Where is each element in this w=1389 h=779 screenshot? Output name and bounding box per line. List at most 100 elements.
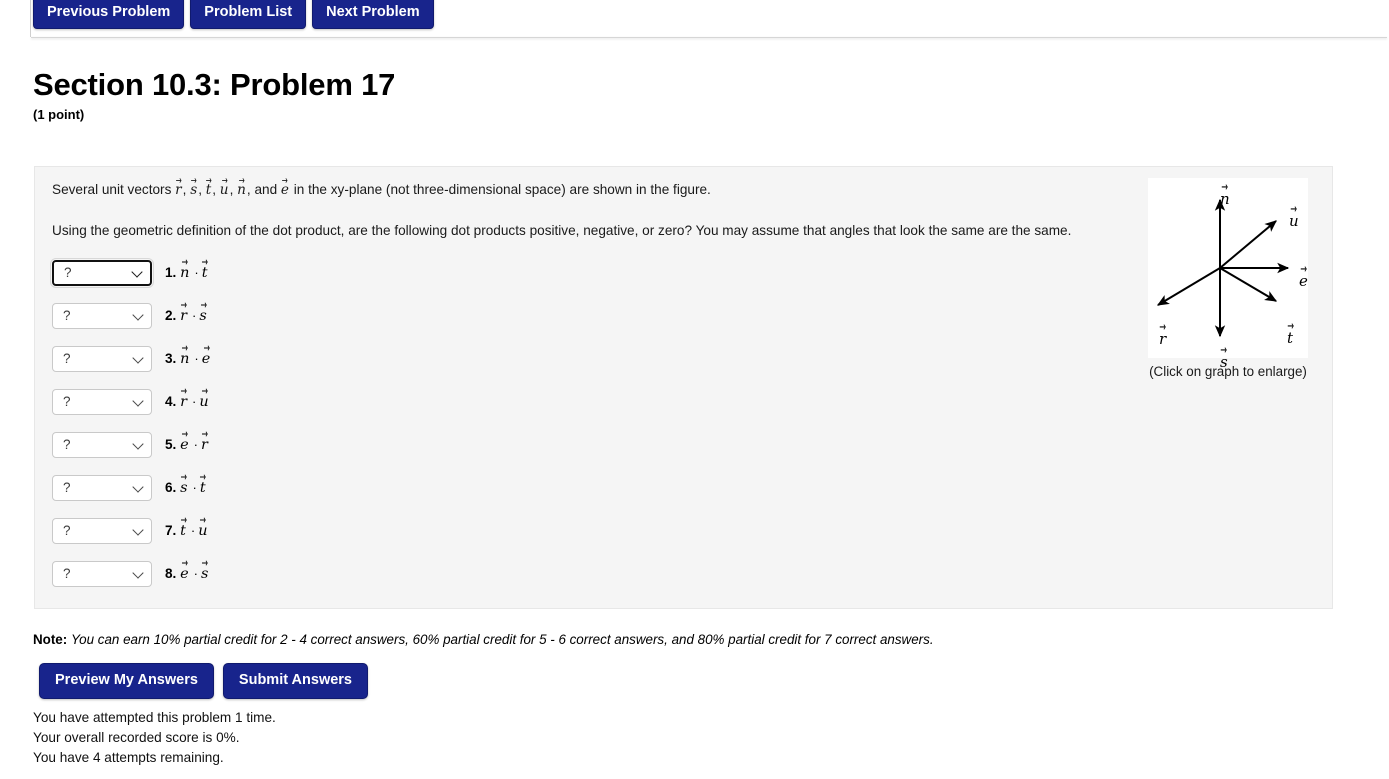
item-number: 7. — [165, 522, 177, 538]
vector-label-r: r — [1159, 330, 1167, 348]
answer-select-6[interactable]: ? — [52, 474, 152, 501]
problem-page: Previous Problem Problem List Next Problem… — [0, 0, 1389, 779]
answer-row: ? 4. r·u — [52, 380, 211, 423]
answer-select-4[interactable]: ? — [52, 388, 152, 415]
answer-row: ? 3. n·e — [52, 337, 211, 380]
answer-row: ? 6. s·t — [52, 466, 211, 509]
answer-select-value: ? — [63, 437, 71, 452]
preview-my-answers-button[interactable]: Preview My Answers — [39, 663, 214, 699]
vector-arrow-r — [1156, 267, 1221, 306]
note-text: You can earn 10% partial credit for 2 - … — [70, 632, 934, 647]
vector-t: t — [180, 523, 187, 539]
previous-problem-button[interactable]: Previous Problem — [33, 0, 185, 29]
status-line: You have attempted this problem 1 time. — [33, 710, 276, 725]
point-value: (1 point) — [33, 107, 85, 122]
submit-answers-button[interactable]: Submit Answers — [222, 663, 368, 699]
vector-arrow-u — [1219, 220, 1277, 269]
vector-label-t: t — [1287, 329, 1294, 347]
dot-product-label: 2. r·s — [165, 308, 208, 324]
dot-product-label: 4. r·u — [165, 394, 210, 410]
vector-n: n — [180, 351, 190, 367]
problem-navigation-bar: Previous Problem Problem List Next Problem — [33, 0, 434, 29]
answer-rows: ?1. n·t?2. r·s?3. n·e?4. r·u?5. e·r?6. s… — [50, 251, 211, 595]
item-number: 3. — [165, 350, 177, 366]
answer-select-value: ? — [63, 523, 71, 538]
answer-row: ? 2. r·s — [52, 294, 211, 337]
answer-select-value: ? — [63, 308, 71, 323]
item-number: 6. — [165, 479, 177, 495]
status-line: You have 4 attempts remaining. — [33, 750, 224, 765]
vector-r: r — [201, 437, 209, 453]
chevron-down-icon — [132, 523, 144, 536]
vector-t: t — [200, 480, 207, 496]
answer-select-value: ? — [64, 265, 72, 280]
item-number: 8. — [165, 565, 177, 581]
answer-select-8[interactable]: ? — [52, 560, 152, 587]
answer-select-value: ? — [63, 480, 71, 495]
vector-figure: nseutr (Click on graph to enlarge) — [1138, 178, 1318, 379]
dot-operator: · — [193, 565, 198, 581]
dot-product-label: 3. n·e — [165, 351, 211, 367]
item-number: 5. — [165, 436, 177, 452]
answer-select-7[interactable]: ? — [52, 517, 152, 544]
dot-product-label: 1. n·t — [165, 265, 209, 281]
page-left-rule — [30, 0, 31, 37]
vector-s: s — [199, 308, 207, 324]
answer-row: ? 5. e·r — [52, 423, 211, 466]
vector-diagram[interactable]: n s e u t r — [1148, 178, 1309, 371]
answer-select-3[interactable]: ? — [52, 345, 152, 372]
next-problem-button[interactable]: Next Problem — [312, 0, 434, 29]
dot-operator: · — [192, 479, 197, 495]
dot-product-label: 6. s·t — [165, 480, 207, 496]
vector-s: s — [180, 480, 188, 496]
answer-select-value: ? — [63, 394, 71, 409]
note-label: Note: — [33, 632, 68, 647]
chevron-down-icon — [132, 480, 144, 493]
problem-instruction: Using the geometric definition of the do… — [52, 223, 1072, 238]
vector-label-u: u — [1289, 212, 1300, 230]
vector-r: r — [175, 182, 183, 198]
answer-row: ? 8. e·s — [52, 552, 211, 595]
dot-operator: · — [193, 436, 198, 452]
dot-product-label: 5. e·r — [165, 437, 209, 453]
vector-s: s — [201, 566, 209, 582]
dot-operator: · — [194, 350, 199, 366]
vector-t: t — [202, 265, 209, 281]
vector-e: e — [180, 566, 190, 582]
answer-select-1[interactable]: ? — [50, 257, 154, 288]
chevron-down-icon — [132, 566, 144, 579]
dot-product-label: 8. e·s — [165, 566, 209, 582]
chevron-down-icon — [132, 394, 144, 407]
vector-s: s — [190, 182, 198, 198]
attempt-status: You have attempted this problem 1 time. Y… — [33, 708, 276, 768]
partial-credit-note: Note: You can earn 10% partial credit fo… — [33, 631, 934, 648]
chevron-down-icon — [132, 437, 144, 450]
item-number: 2. — [165, 307, 177, 323]
answer-select-5[interactable]: ? — [52, 431, 152, 458]
item-number: 4. — [165, 393, 177, 409]
vector-n: n — [180, 265, 190, 281]
vector-label-s: s — [1220, 353, 1229, 371]
chevron-down-icon — [131, 265, 143, 278]
answer-select-value: ? — [63, 566, 71, 581]
problem-statement: Several unit vectors r, s, t, u, n, and … — [52, 181, 711, 199]
vector-label-n: n — [1220, 190, 1231, 208]
vector-n: n — [237, 182, 247, 198]
page-title: Section 10.3: Problem 17 — [33, 67, 396, 102]
answer-select-2[interactable]: ? — [52, 302, 152, 329]
vector-e: e — [281, 182, 290, 198]
header-divider — [31, 37, 1387, 38]
vector-r: r — [180, 308, 188, 324]
vector-u: u — [198, 523, 208, 539]
action-buttons: Preview My Answers Submit Answers — [39, 663, 368, 699]
dot-operator: · — [192, 307, 197, 323]
problem-list-button[interactable]: Problem List — [190, 0, 307, 29]
vector-e: e — [202, 351, 212, 367]
vector-label-e: e — [1299, 272, 1309, 290]
dot-product-label: 7. t·u — [165, 523, 209, 539]
dot-operator: · — [192, 393, 197, 409]
chevron-down-icon — [132, 351, 144, 364]
vector-r: r — [180, 394, 188, 410]
vector-e: e — [180, 437, 190, 453]
dot-operator: · — [190, 522, 196, 538]
